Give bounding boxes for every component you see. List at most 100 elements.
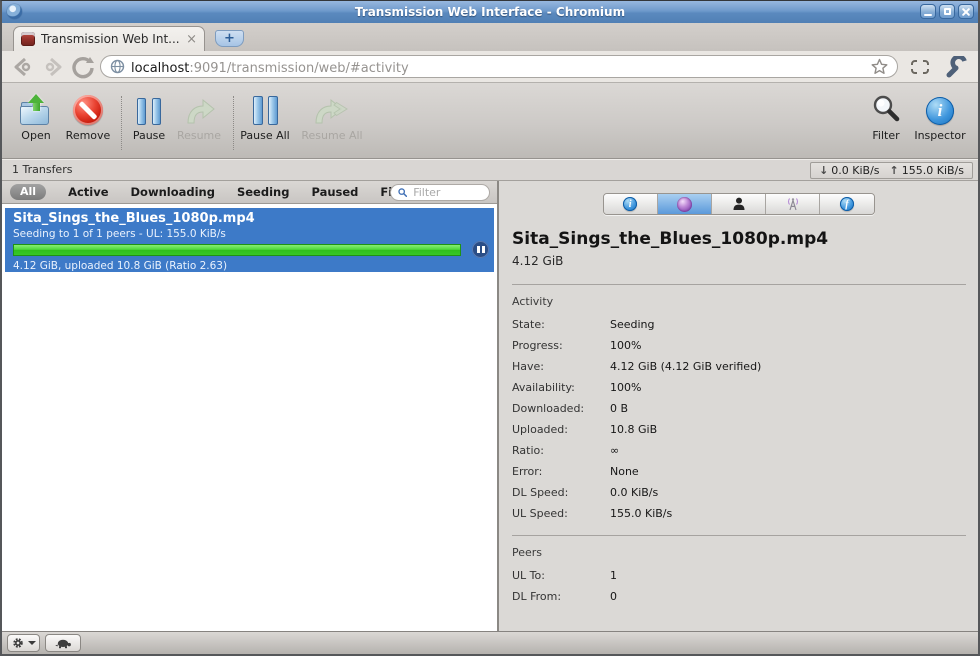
tab-info[interactable]: i: [603, 194, 658, 214]
torrent-status: Seeding to 1 of 1 peers - UL: 155.0 KiB/…: [13, 228, 226, 240]
detail-row: Progress: 100%: [512, 339, 642, 352]
resume-button[interactable]: Resume: [166, 92, 232, 142]
forward-icon: [45, 57, 62, 76]
browser-tab[interactable]: Transmission Web Int... ×: [13, 26, 205, 51]
detail-row: Have: 4.12 GiB (4.12 GiB verified): [512, 360, 762, 373]
forward-button[interactable]: [38, 54, 68, 80]
peers-section-title: Peers: [512, 546, 543, 559]
bookmark-star-icon[interactable]: [871, 58, 888, 75]
tab-activity[interactable]: [657, 194, 712, 214]
inspector-torrent-size: 4.12 GiB: [512, 254, 564, 268]
chevron-down-icon: [27, 641, 36, 645]
detail-row: Downloaded: 0 B: [512, 402, 629, 415]
url-host: localhost: [131, 61, 190, 76]
filter-tab-seeding[interactable]: Seeding: [237, 185, 289, 199]
inspector-button[interactable]: i Inspector: [907, 92, 973, 142]
divider: [512, 535, 966, 536]
new-tab-button[interactable]: +: [215, 30, 244, 47]
tab-trackers[interactable]: [766, 194, 821, 214]
filter-tab-downloading[interactable]: Downloading: [131, 185, 215, 199]
tab-files[interactable]: f: [820, 194, 874, 214]
transfer-count: 1 Transfers: [12, 163, 73, 176]
detail-row: UL Speed: 155.0 KiB/s: [512, 507, 673, 520]
remove-icon: [73, 95, 103, 125]
speed-summary: ↓ 0.0 KiB/s ↑ 155.0 KiB/s: [810, 162, 973, 179]
torrent-pause-button[interactable]: [472, 241, 489, 258]
back-icon: [14, 57, 31, 76]
tab-close-icon[interactable]: ×: [186, 33, 197, 46]
detail-row: DL Speed: 0.0 KiB/s: [512, 486, 659, 499]
settings-menu-button[interactable]: [7, 634, 40, 652]
activity-rows: State: Seeding Progress: 100% Have: 4.12 Gi…: [512, 314, 966, 524]
window-title: Transmission Web Interface - Chromium: [354, 5, 626, 19]
reload-icon: [72, 56, 94, 78]
maximize-icon: [943, 8, 951, 15]
tab-strip: Transmission Web Int... × +: [2, 23, 978, 51]
address-bar[interactable]: localhost:9091/transmission/web/#activit…: [100, 55, 898, 78]
torrent-progress-bar: [13, 244, 461, 256]
resume-icon: [187, 98, 215, 124]
activity-section-title: Activity: [512, 295, 554, 308]
detail-row: State: Seeding: [512, 318, 655, 331]
activity-sphere-icon: [676, 196, 692, 212]
filter-tab-active[interactable]: Active: [68, 185, 108, 199]
detail-row: DL From: 0: [512, 590, 617, 603]
tab-title: Transmission Web Int...: [41, 32, 180, 46]
turtle-icon: [55, 639, 71, 648]
upload-speed: ↑ 155.0 KiB/s: [889, 164, 964, 177]
gear-icon: [12, 638, 23, 648]
search-icon: [873, 95, 900, 122]
back-button[interactable]: [8, 54, 38, 80]
url-text: localhost:9091/transmission/web/#activit…: [131, 57, 865, 76]
peers-rows: UL To: 1 DL From: 0: [512, 565, 966, 607]
detail-row: Error: None: [512, 465, 639, 478]
filter-tab-all[interactable]: All: [10, 184, 47, 200]
transmission-toolbar: Open Remove Pause Resume Pause All Resum…: [2, 83, 978, 159]
torrent-list: Sita_Sings_the_Blues_1080p.mp4 Seeding t…: [2, 204, 497, 631]
download-speed: ↓ 0.0 KiB/s: [819, 164, 880, 177]
up-arrow-icon: ↑: [889, 164, 899, 177]
transmission-favicon-icon: [21, 32, 35, 46]
inspector-info-icon: i: [926, 97, 954, 125]
transfer-status-bar: 1 Transfers ↓ 0.0 KiB/s ↑ 155.0 KiB/s: [2, 159, 978, 181]
peers-person-icon: [733, 197, 744, 210]
detail-row: Uploaded: 10.8 GiB: [512, 423, 658, 436]
minimize-icon: [924, 13, 932, 16]
navigation-bar: localhost:9091/transmission/web/#activit…: [2, 51, 978, 83]
torrent-list-pane: All Active Downloading Seeding Paused Fi…: [2, 181, 499, 631]
resize-page-button[interactable]: [906, 54, 934, 80]
wrench-icon: [946, 55, 967, 77]
filter-search-input[interactable]: [411, 185, 482, 200]
pause-all-button[interactable]: Pause All: [232, 92, 298, 142]
filter-search-box[interactable]: [390, 184, 490, 201]
tab-peers[interactable]: [711, 194, 767, 214]
pause-icon: [476, 246, 480, 253]
window-titlebar[interactable]: Transmission Web Interface - Chromium: [2, 1, 978, 23]
remove-button[interactable]: Remove: [55, 92, 121, 142]
resume-all-button[interactable]: Resume All: [299, 92, 365, 142]
down-arrow-icon: ↓: [819, 164, 829, 177]
inspector-content: Sita_Sings_the_Blues_1080p.mp4 4.12 GiB …: [512, 221, 966, 631]
torrent-name: Sita_Sings_the_Blues_1080p.mp4: [13, 211, 255, 226]
tracker-antenna-icon: [787, 197, 798, 210]
torrent-row[interactable]: Sita_Sings_the_Blues_1080p.mp4 Seeding t…: [5, 208, 494, 272]
pause-all-icon: [252, 96, 278, 125]
filter-tab-paused[interactable]: Paused: [311, 185, 358, 199]
inspector-torrent-name: Sita_Sings_the_Blues_1080p.mp4: [512, 229, 829, 249]
footer-bar: [2, 631, 978, 654]
reload-button[interactable]: [68, 54, 98, 80]
pause-icon: [137, 98, 161, 125]
info-icon: i: [623, 197, 638, 211]
filter-bar: All Active Downloading Seeding Paused Fi…: [2, 181, 497, 204]
detail-row: Availability: 100%: [512, 381, 642, 394]
chromium-logo-icon: [7, 4, 22, 19]
globe-icon: [110, 59, 125, 74]
close-button[interactable]: [958, 4, 974, 19]
minimize-button[interactable]: [920, 4, 936, 19]
url-path: :9091/transmission/web/#activity: [189, 61, 409, 76]
maximize-button[interactable]: [939, 4, 955, 19]
torrent-details: 4.12 GiB, uploaded 10.8 GiB (Ratio 2.63): [13, 260, 228, 272]
speed-limit-turtle-button[interactable]: [45, 634, 81, 652]
settings-wrench-button[interactable]: [942, 54, 970, 80]
detail-row: Ratio: ∞: [512, 444, 620, 457]
